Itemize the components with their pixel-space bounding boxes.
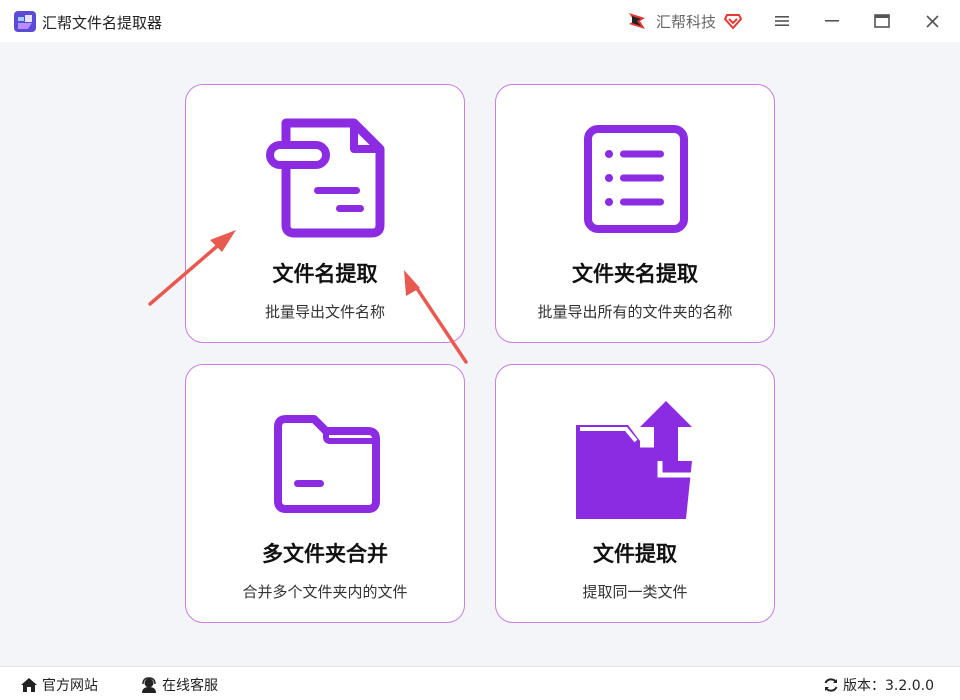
refresh-icon — [824, 678, 838, 692]
window-title: 汇帮文件名提取器 — [42, 14, 163, 32]
card-subtitle: 批量导出所有的文件夹的名称 — [537, 303, 733, 321]
card-file-name-extract[interactable]: 文件名提取 批量导出文件名称 — [185, 84, 465, 343]
maximize-button[interactable] — [868, 8, 896, 34]
footer-bar: 官方网站 在线客服 版本：3.2.0.0 — [0, 666, 960, 700]
card-multi-folder-merge[interactable]: 多文件夹合并 合并多个文件夹内的文件 — [185, 364, 465, 623]
card-title: 文件夹名提取 — [572, 262, 698, 286]
brand-logo-icon — [629, 13, 645, 29]
card-title: 文件名提取 — [272, 262, 378, 286]
app-logo-icon — [14, 11, 36, 32]
vip-diamond-icon[interactable] — [724, 12, 743, 30]
annotation-arrows — [148, 230, 468, 364]
folder-icon — [274, 415, 380, 513]
version-info[interactable]: 版本：3.2.0.0 — [823, 675, 934, 695]
card-subtitle: 合并多个文件夹内的文件 — [242, 583, 408, 601]
menu-icon — [775, 16, 789, 26]
online-support-link[interactable]: 在线客服 — [140, 675, 218, 695]
minimize-button[interactable] — [818, 8, 846, 34]
close-icon — [925, 14, 939, 28]
card-title: 文件提取 — [593, 542, 677, 566]
menu-button[interactable] — [768, 8, 796, 34]
brand-name: 汇帮科技 — [656, 12, 717, 31]
list-icon — [584, 125, 688, 233]
maximize-icon — [874, 14, 890, 28]
card-subtitle: 提取同一类文件 — [582, 583, 688, 601]
home-icon — [21, 678, 37, 692]
official-website-label: 官方网站 — [42, 678, 98, 694]
card-folder-name-extract[interactable]: 文件夹名提取 批量导出所有的文件夹的名称 — [495, 84, 775, 343]
brand: 汇帮科技 — [626, 9, 743, 33]
support-agent-icon — [142, 677, 156, 693]
close-button[interactable] — [918, 8, 946, 34]
folder-upload-icon — [576, 401, 692, 519]
card-file-extract[interactable]: 文件提取 提取同一类文件 — [495, 364, 775, 623]
minimize-icon — [825, 20, 839, 22]
version-label: 版本：3.2.0.0 — [843, 678, 934, 694]
card-subtitle: 批量导出文件名称 — [264, 303, 385, 321]
online-support-label: 在线客服 — [162, 678, 218, 694]
card-title: 多文件夹合并 — [262, 542, 388, 566]
official-website-link[interactable]: 官方网站 — [20, 675, 98, 695]
file-icon — [266, 118, 385, 238]
title-bar: 汇帮文件名提取器 汇帮科技 — [0, 0, 960, 42]
